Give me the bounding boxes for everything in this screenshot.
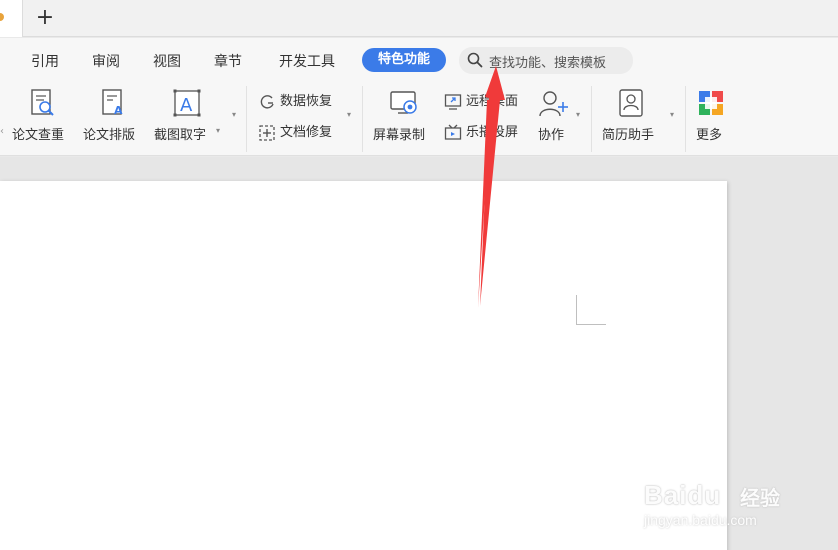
screenshot-ocr-icon: A (173, 89, 201, 117)
menu-view[interactable]: 视图 (153, 51, 181, 71)
doc-repair-button[interactable]: 文档修复 (258, 121, 332, 142)
group-expand-icon[interactable]: ▾ (232, 110, 236, 119)
paper-format-button[interactable]: A 论文排版 (83, 82, 145, 156)
screenshot-ocr-button[interactable]: A 截图取字 ▾ (154, 82, 226, 156)
collaborate-button[interactable]: 协作 (536, 82, 576, 156)
more-apps-icon (699, 91, 723, 115)
cast-screen-button[interactable]: 乐播投屏 (444, 121, 518, 142)
screenshot-ocr-label: 截图取字 (154, 128, 207, 143)
data-recovery-label: 数据恢复 (280, 94, 333, 109)
document-tab[interactable] (0, 0, 23, 37)
paper-format-icon: A (102, 89, 123, 117)
screenshot-ocr-dropdown-icon[interactable]: ▾ (216, 126, 220, 135)
menu-bar: 引用 审阅 视图 章节 开发工具 特色功能 查找功能、搜索模板 (0, 38, 838, 82)
tab-bar: + (0, 0, 838, 37)
menu-developer-tools[interactable]: 开发工具 (279, 51, 335, 71)
group-expand-icon[interactable]: ▾ (347, 110, 351, 119)
paper-check-button[interactable]: 论文查重 (12, 82, 74, 156)
tab-icon (0, 13, 4, 21)
menu-chapter[interactable]: 章节 (214, 51, 242, 71)
menu-special-features[interactable]: 特色功能 (362, 48, 446, 72)
resume-helper-button[interactable]: 简历助手 (602, 82, 664, 156)
data-recovery-icon (260, 94, 274, 109)
screen-record-label: 屏幕录制 (373, 128, 426, 143)
ribbon-separator (591, 86, 592, 152)
margin-corner-mark (576, 295, 606, 325)
baidu-watermark: Baidu 经验 jingyan.baidu.com (640, 468, 800, 538)
new-tab-button[interactable]: + (34, 6, 56, 30)
doc-repair-icon (259, 124, 275, 141)
paper-check-label: 论文查重 (12, 128, 65, 143)
ribbon-separator (246, 86, 247, 152)
resume-helper-icon (619, 89, 643, 117)
paper-format-label: 论文排版 (83, 128, 136, 143)
cast-screen-label: 乐播投屏 (466, 125, 519, 140)
screen-record-icon (390, 91, 417, 114)
paper-check-icon (31, 89, 54, 116)
collaborate-icon (539, 91, 568, 117)
ribbon-separator (685, 86, 686, 152)
watermark-url: jingyan.baidu.com (644, 512, 757, 528)
group-expand-icon[interactable]: ▾ (670, 110, 674, 119)
more-button[interactable]: 更多 (694, 82, 730, 156)
menu-review[interactable]: 审阅 (92, 51, 120, 71)
search-placeholder: 查找功能、搜索模板 (489, 56, 607, 71)
document-page[interactable] (0, 181, 727, 550)
collaborate-label: 协作 (538, 128, 565, 143)
cast-screen-icon (444, 124, 462, 140)
watermark-sub: 经验 (740, 486, 780, 510)
resume-helper-label: 简历助手 (602, 128, 655, 143)
remote-desktop-label: 远程桌面 (466, 94, 519, 109)
screen-record-button[interactable]: 屏幕录制 (373, 82, 435, 156)
menu-references[interactable]: 引用 (31, 51, 59, 71)
group-expand-icon[interactable]: ▾ (576, 110, 580, 119)
ribbon-toolbar: ‹ 论文查重 A 论文排版 A 截图取字 ▾ ▾ 数据恢复 文档修复 ▾ 屏幕录… (0, 82, 838, 156)
search-input[interactable]: 查找功能、搜索模板 (459, 47, 633, 74)
svg-text:A: A (114, 104, 123, 117)
search-icon (467, 52, 483, 68)
more-label: 更多 (696, 128, 723, 143)
doc-repair-label: 文档修复 (280, 125, 333, 140)
ribbon-separator (362, 86, 363, 152)
ribbon-scroll-left-icon[interactable]: ‹ (0, 126, 4, 137)
remote-desktop-icon (444, 93, 462, 110)
data-recovery-button[interactable]: 数据恢复 (258, 90, 332, 111)
watermark-brand: Baidu (644, 480, 722, 510)
svg-text:A: A (180, 95, 193, 116)
remote-desktop-button[interactable]: 远程桌面 (444, 90, 518, 111)
